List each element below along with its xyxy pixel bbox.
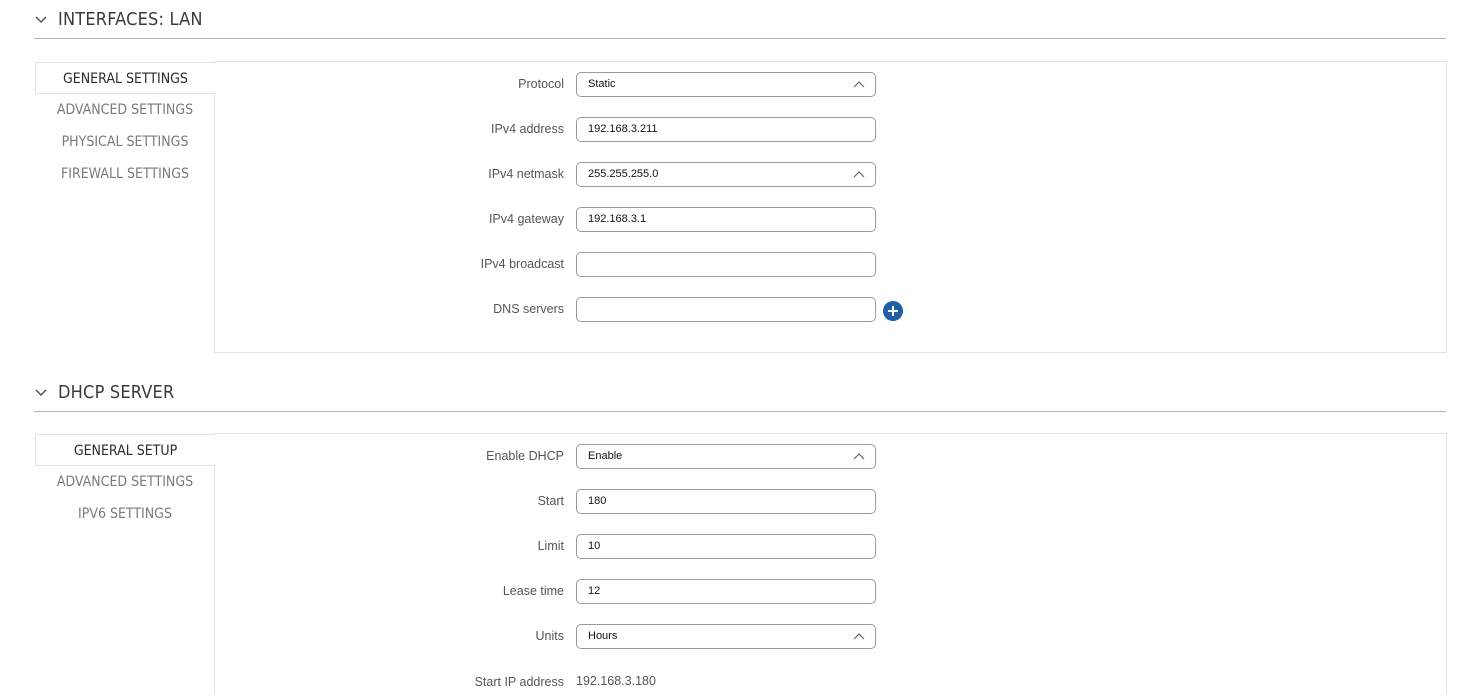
tab-firewall-settings[interactable]: FIREWALL SETTINGS — [35, 158, 215, 190]
limit-input[interactable]: 10 — [576, 534, 876, 559]
tab-physical-settings[interactable]: PHYSICAL SETTINGS — [35, 126, 215, 158]
tab-advanced-settings[interactable]: ADVANCED SETTINGS — [35, 94, 215, 126]
chevron-up-icon — [853, 633, 865, 640]
start-input[interactable]: 180 — [576, 489, 876, 514]
protocol-value: Static — [588, 78, 616, 90]
tab-ipv6-settings[interactable]: IPV6 SETTINGS — [35, 498, 215, 530]
dhcp-tabs: GENERAL SETUP ADVANCED SETTINGS IPV6 SET… — [35, 434, 215, 530]
plus-icon — [888, 306, 898, 316]
section-title: INTERFACES: LAN — [58, 9, 203, 30]
chevron-up-icon — [853, 171, 865, 178]
section-title: DHCP SERVER — [58, 382, 175, 403]
chevron-up-icon — [853, 453, 865, 460]
units-select[interactable]: Hours — [576, 624, 876, 649]
tab-general-settings[interactable]: GENERAL SETTINGS — [35, 62, 215, 94]
ipv4-broadcast-input[interactable] — [576, 252, 876, 277]
add-dns-server-button[interactable] — [883, 301, 903, 321]
dhcp-section-header[interactable]: DHCP SERVER — [34, 373, 1446, 412]
protocol-select[interactable]: Static — [576, 72, 876, 97]
enable-dhcp-value: Enable — [588, 450, 623, 462]
dns-servers-input[interactable] — [576, 297, 876, 322]
units-value: Hours — [588, 630, 618, 642]
chevron-down-icon[interactable] — [34, 385, 48, 399]
chevron-up-icon — [853, 81, 865, 88]
tab-advanced-settings[interactable]: ADVANCED SETTINGS — [35, 466, 215, 498]
ipv4-address-input[interactable]: 192.168.3.211 — [576, 117, 876, 142]
chevron-down-icon[interactable] — [34, 12, 48, 26]
tab-general-setup[interactable]: GENERAL SETUP — [35, 434, 215, 466]
dhcp-settings-panel — [214, 433, 1447, 694]
lan-tabs: GENERAL SETTINGS ADVANCED SETTINGS PHYSI… — [35, 62, 215, 190]
enable-dhcp-select[interactable]: Enable — [576, 444, 876, 469]
lease-time-input[interactable]: 12 — [576, 579, 876, 604]
ipv4-gateway-input[interactable]: 192.168.3.1 — [576, 207, 876, 232]
lan-section-header[interactable]: INTERFACES: LAN — [34, 0, 1446, 39]
ipv4-netmask-value: 255.255.255.0 — [588, 168, 659, 180]
ipv4-netmask-select[interactable]: 255.255.255.0 — [576, 162, 876, 187]
